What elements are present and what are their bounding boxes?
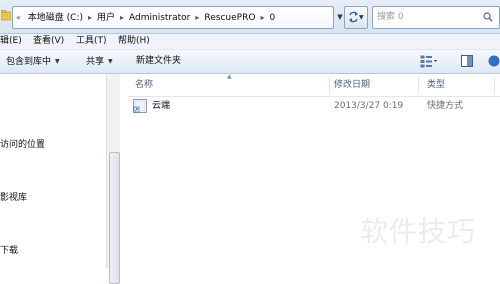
search-icon[interactable] — [483, 12, 493, 22]
share-button[interactable]: 共享 ▼ — [86, 50, 113, 73]
breadcrumb-separator-icon[interactable]: ▸ — [88, 13, 92, 22]
search-box[interactable] — [372, 6, 500, 29]
nav-item-downloads[interactable]: 下载 — [0, 243, 18, 256]
folder-icon — [1, 10, 11, 21]
file-type: 快捷方式 — [427, 101, 464, 111]
menu-tools[interactable]: 工具(T) — [76, 35, 107, 48]
menu-help[interactable]: 帮助(H) — [118, 35, 150, 48]
file-name[interactable]: 云端 — [152, 97, 170, 116]
share-label: 共享 — [86, 57, 105, 67]
menu-bar: 辑(E) 查看(V) 工具(T) 帮助(H) — [0, 34, 500, 50]
search-input[interactable] — [377, 10, 477, 24]
overflow-chevron-icon[interactable]: « — [16, 13, 21, 22]
column-header-date-modified[interactable]: 修改日期 — [334, 74, 370, 96]
column-divider[interactable] — [329, 76, 330, 94]
refresh-button[interactable]: ▼ — [344, 6, 368, 29]
help-icon[interactable] — [488, 55, 500, 67]
address-bar: « 本地磁盘 (C:) ▸ 用户 ▸ Administrator ▸ RescuePRO ▸ 0… — [0, 0, 500, 34]
navigation-scrollbar[interactable] — [106, 74, 121, 284]
dropdown-arrow-icon: ▼ — [55, 58, 60, 65]
file-row[interactable]: 云端 2013/3/27 0:19 快捷方式 — [133, 97, 500, 116]
preview-pane-icon[interactable] — [461, 55, 473, 67]
scrollbar-thumb[interactable] — [109, 152, 120, 284]
breadcrumb-administrator[interactable]: Administrator — [129, 13, 190, 23]
file-date-modified: 2013/3/27 0:19 — [334, 101, 404, 111]
breadcrumb-rescuepro[interactable]: RescuePRO — [204, 13, 255, 23]
breadcrumb[interactable]: « 本地磁盘 (C:) ▸ 用户 ▸ Administrator ▸ RescuePRO ▸ 0… — [12, 6, 343, 29]
breadcrumb-current-folder[interactable]: 0 — [269, 13, 275, 23]
nav-item-videos-library[interactable]: 影视库 — [0, 190, 27, 203]
new-folder-label: 新建文件夹 — [136, 56, 182, 66]
breadcrumb-drive[interactable]: 本地磁盘 (C:) — [28, 13, 83, 23]
command-bar: 包含到库中 ▼ 共享 ▼ 新建文件夹 — [0, 50, 500, 74]
breadcrumb-separator-icon[interactable]: ▸ — [195, 13, 199, 22]
menu-view[interactable]: 查看(V) — [33, 35, 64, 48]
refresh-icon — [349, 11, 358, 23]
navigation-pane: 访问的位置 影视库 下载 — [0, 74, 106, 268]
new-folder-button[interactable]: 新建文件夹 — [136, 50, 181, 73]
column-header-type[interactable]: 类型 — [427, 74, 445, 96]
column-header-row: ▲ 名称 修改日期 类型 — [128, 73, 500, 97]
refresh-dropdown-icon[interactable]: ▼ — [359, 9, 364, 26]
include-in-library-label: 包含到库中 — [6, 57, 52, 67]
pane-splitter[interactable] — [120, 74, 128, 268]
shortcut-icon — [133, 99, 147, 113]
view-options-icon[interactable] — [420, 55, 438, 68]
watermark: 软件技巧 — [360, 215, 477, 248]
include-in-library-button[interactable]: 包含到库中 ▼ — [6, 50, 60, 73]
sort-ascending-icon: ▲ — [227, 73, 232, 80]
menu-edit[interactable]: 辑(E) — [0, 35, 22, 48]
column-divider[interactable] — [494, 76, 495, 94]
breadcrumb-users[interactable]: 用户 — [97, 13, 115, 23]
breadcrumb-separator-icon[interactable]: ▸ — [260, 13, 264, 22]
breadcrumb-separator-icon[interactable]: ▸ — [120, 13, 124, 22]
column-header-name[interactable]: 名称 — [135, 74, 153, 96]
dropdown-arrow-icon: ▼ — [108, 58, 113, 65]
column-divider[interactable] — [418, 76, 419, 94]
nav-item-recent-places[interactable]: 访问的位置 — [0, 137, 45, 150]
